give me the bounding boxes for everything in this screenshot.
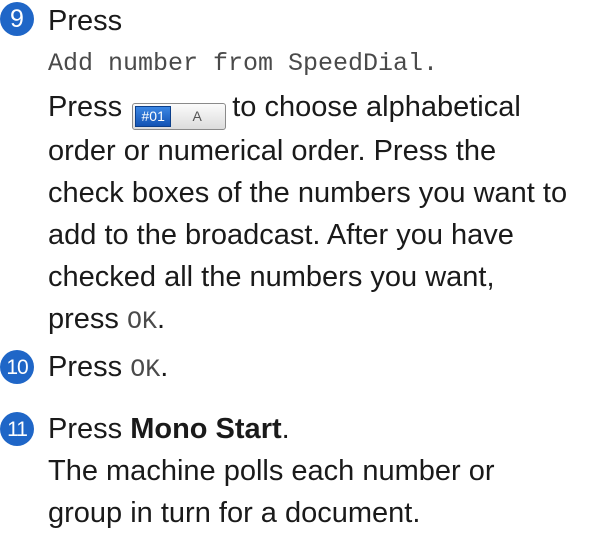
step-number-badge: 10 (0, 350, 34, 384)
punctuation: . (281, 413, 290, 445)
instruction-text: Press (48, 351, 123, 383)
mono-start-key-text: Mono Start (130, 413, 282, 445)
step-title: Press (48, 5, 123, 37)
instruction-line: press OK. (48, 298, 614, 343)
step-number-badge: 11 (0, 412, 34, 446)
step-body: Press Mono Start. The machine polls each… (48, 408, 614, 534)
punctuation: . (157, 302, 166, 335)
speed-dial-sort-toggle-icon: #01 A (132, 102, 227, 130)
instruction-line: group in turn for a document. (48, 497, 421, 529)
punctuation: . (160, 351, 169, 383)
instruction-line: order or numerical order. Press the (48, 134, 497, 167)
instruction-text: Press (48, 413, 123, 445)
ok-key-text: OK (130, 355, 161, 384)
menu-item-text: Add number from SpeedDial. (48, 49, 439, 78)
instruction-text: to choose alphabetical (232, 91, 521, 123)
step-body: Press Add number from SpeedDial. Press #… (48, 0, 614, 343)
step-number-badge: 9 (0, 2, 34, 36)
sort-alpha-label: A (192, 108, 202, 124)
instruction-line: checked all the numbers you want, (48, 260, 495, 293)
instruction-line: add to the broadcast. After you have (48, 218, 514, 251)
instruction-text: press (48, 302, 119, 335)
ok-key-text: OK (126, 306, 157, 336)
instruction-line: Press Mono Start. (48, 408, 614, 450)
sort-numeric-label: #01 (135, 105, 172, 127)
instruction-line: Press #01 A to choose alphabetical (48, 86, 614, 130)
instruction-text: Press (48, 91, 123, 123)
step-body: Press OK. (48, 346, 614, 391)
instruction-line: Press OK. (48, 346, 614, 391)
instruction-line: The machine polls each number or (48, 455, 495, 487)
instruction-line: check boxes of the numbers you want to (48, 176, 568, 209)
